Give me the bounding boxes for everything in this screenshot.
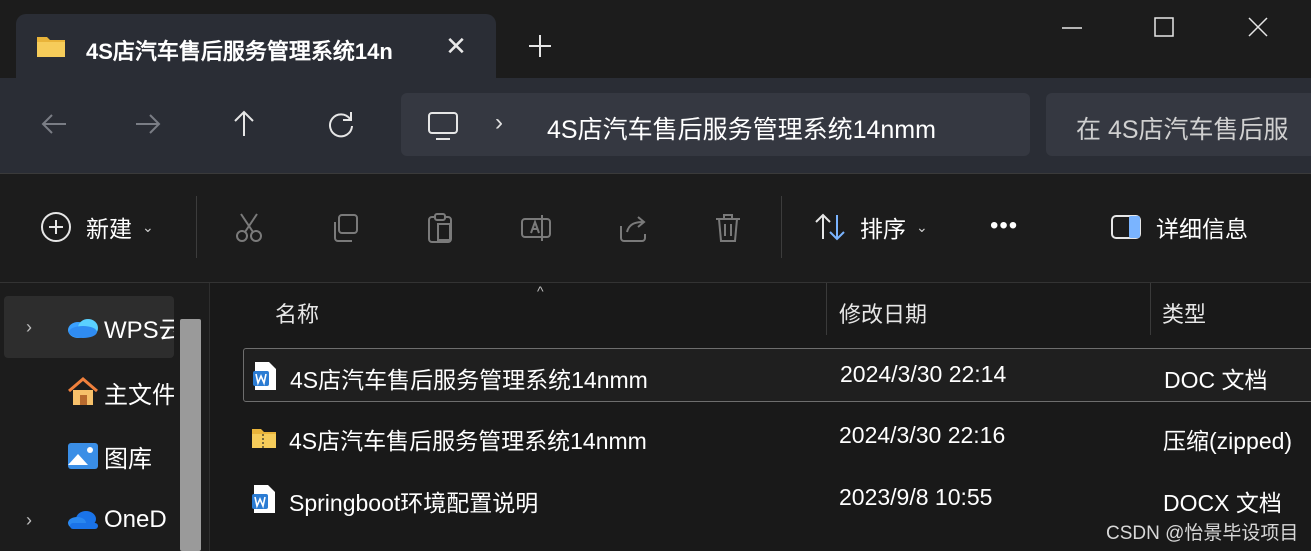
word-doc-icon <box>252 485 275 513</box>
sort-button[interactable]: 排序 ⌄ <box>814 210 928 244</box>
file-name: Springboot环境配置说明 <box>289 490 539 516</box>
new-button[interactable]: 新建 ⌄ <box>40 210 154 244</box>
arrow-up-icon[interactable] <box>228 108 260 140</box>
column-divider[interactable] <box>826 283 827 335</box>
chevron-down-icon: ⌄ <box>142 218 154 235</box>
details-pane-icon <box>1111 215 1141 239</box>
onedrive-icon <box>68 511 98 529</box>
sidebar-item-gallery[interactable]: 图库 <box>4 425 174 487</box>
plus-icon[interactable] <box>526 32 554 60</box>
tab-active[interactable]: 4S店汽车售后服务管理系统14n ✕ <box>16 14 496 78</box>
sort-icon <box>815 213 845 241</box>
breadcrumb-separator[interactable]: › <box>495 109 503 137</box>
cut-icon[interactable] <box>233 212 265 244</box>
chevron-right-icon[interactable]: › <box>26 510 32 531</box>
window-close-icon[interactable] <box>1238 10 1278 46</box>
chevron-down-icon: ⌄ <box>916 218 928 235</box>
details-button[interactable]: 详细信息 <box>1110 210 1248 244</box>
column-header-name[interactable]: 名称 <box>275 297 319 329</box>
close-icon[interactable]: ✕ <box>442 32 470 60</box>
sidebar-item-label: OneD <box>104 506 167 533</box>
gallery-icon <box>68 443 98 469</box>
cloud-icon <box>68 319 98 338</box>
delete-icon[interactable] <box>712 212 744 244</box>
more-options-button[interactable]: ••• <box>990 212 1018 240</box>
tab-title: 4S店汽车售后服务管理系统14n <box>86 39 393 64</box>
sidebar-item-onedrive[interactable]: › OneD <box>4 489 174 551</box>
sidebar-item-label: WPS云 <box>104 316 174 344</box>
sidebar-item-wps-cloud[interactable]: › WPS云 <box>4 296 174 358</box>
breadcrumb[interactable]: 4S店汽车售后服务管理系统14nmm <box>547 110 975 146</box>
search-box[interactable]: 在 4S店汽车售后服 <box>1046 93 1311 156</box>
zip-folder-icon <box>252 429 276 448</box>
column-header-type[interactable]: 类型 <box>1162 297 1206 329</box>
monitor-icon <box>428 112 458 140</box>
chevron-right-icon[interactable]: › <box>26 317 32 338</box>
file-type: 压缩(zipped) <box>1163 428 1293 454</box>
file-type: DOC 文档 <box>1164 367 1268 393</box>
new-label: 新建 <box>86 216 132 242</box>
refresh-icon[interactable] <box>325 108 357 140</box>
title-bar: 4S店汽车售后服务管理系统14n ✕ <box>0 0 1311 78</box>
command-bar: 新建 ⌄ 排序 ⌄ ••• 详细信息 <box>0 174 1311 282</box>
divider <box>196 196 197 258</box>
column-header-modified[interactable]: 修改日期 <box>839 297 927 329</box>
file-row[interactable]: 4S店汽车售后服务管理系统14nmm 2024/3/30 22:14 DOC 文… <box>243 348 1311 402</box>
file-modified: 2024/3/30 22:14 <box>840 361 1007 387</box>
sidebar-item-label: 主文件 <box>104 381 174 409</box>
home-icon <box>68 377 98 405</box>
file-modified: 2024/3/30 22:16 <box>839 422 1006 448</box>
file-list: ^ 名称 修改日期 类型 4S店汽车售后服务管理系统14nmm 2024/3/3… <box>211 283 1311 551</box>
rename-icon[interactable] <box>520 212 552 244</box>
plus-circle-icon <box>41 212 71 242</box>
minimize-icon[interactable] <box>1052 10 1092 46</box>
file-type: DOCX 文档 <box>1163 490 1282 516</box>
sidebar-item-label: 图库 <box>104 445 152 473</box>
address-bar[interactable]: › 4S店汽车售后服务管理系统14nmm <box>401 93 1030 156</box>
file-name: 4S店汽车售后服务管理系统14nmm <box>290 367 648 393</box>
paste-icon[interactable] <box>424 212 456 244</box>
arrow-left-icon[interactable] <box>38 108 70 140</box>
file-name: 4S店汽车售后服务管理系统14nmm <box>289 428 647 454</box>
copy-icon[interactable] <box>329 212 361 244</box>
sidebar-scrollbar[interactable] <box>180 319 201 551</box>
maximize-icon[interactable] <box>1144 10 1184 46</box>
sort-label: 排序 <box>860 216 906 242</box>
search-placeholder: 在 4S店汽车售后服 <box>1076 116 1289 144</box>
navigation-pane: › WPS云 主文件 图库 › OneD <box>0 283 210 551</box>
arrow-right-icon[interactable] <box>132 108 164 140</box>
watermark: CSDN @怡景毕设项目 <box>1106 523 1299 544</box>
file-modified: 2023/9/8 10:55 <box>839 484 993 510</box>
address-row: › 4S店汽车售后服务管理系统14nmm 在 4S店汽车售后服 <box>0 78 1311 173</box>
sort-caret-icon: ^ <box>537 283 544 299</box>
file-row[interactable]: 4S店汽车售后服务管理系统14nmm 2024/3/30 22:16 压缩(zi… <box>243 410 1311 464</box>
details-label: 详细信息 <box>1156 216 1248 242</box>
folder-icon <box>37 37 65 57</box>
word-doc-icon <box>253 362 276 390</box>
share-icon[interactable] <box>617 212 649 244</box>
divider <box>781 196 782 258</box>
column-divider[interactable] <box>1150 283 1151 335</box>
sidebar-item-home[interactable]: 主文件 <box>4 361 174 423</box>
